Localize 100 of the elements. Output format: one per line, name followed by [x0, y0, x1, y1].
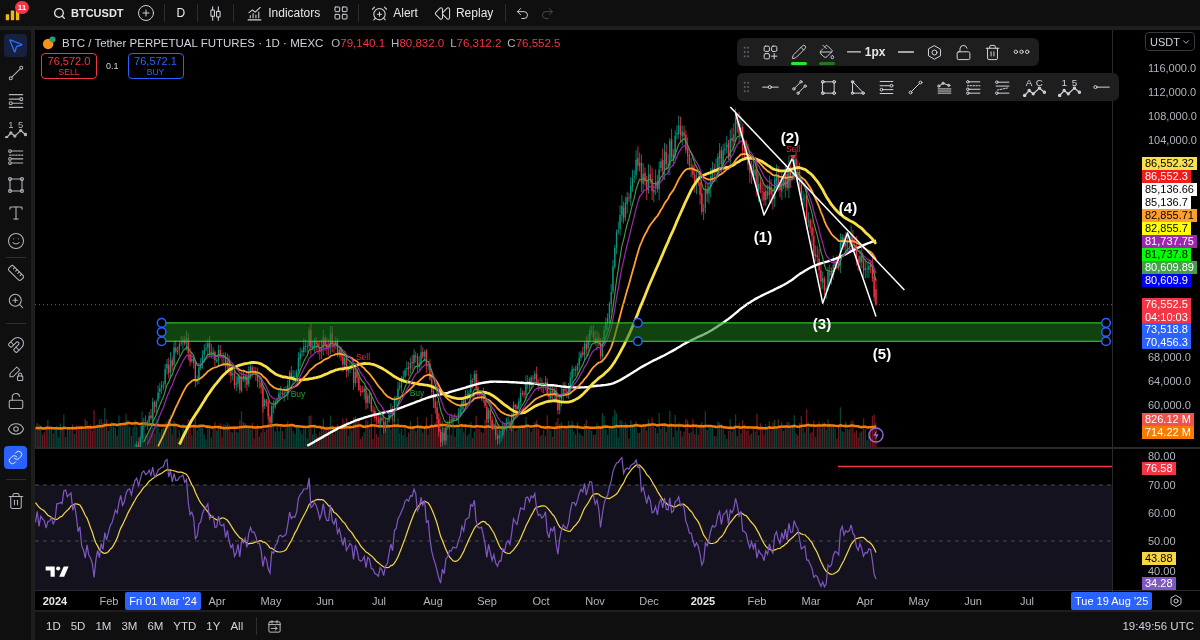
- color-swatch[interactable]: [790, 61, 807, 65]
- settings-icon[interactable]: [925, 43, 943, 61]
- trash-icon[interactable]: [6, 492, 25, 510]
- symbol-search-button[interactable]: BTCUSDT: [50, 2, 127, 24]
- buy-signal-label: Buy: [290, 389, 306, 399]
- price-tag: 80,609.9: [1142, 274, 1191, 287]
- buy-button[interactable]: 76,572.1 BUY: [127, 53, 184, 79]
- link-icon[interactable]: [4, 445, 27, 469]
- range-button[interactable]: 6M: [144, 616, 167, 636]
- price-tag: 85,136.7: [1142, 196, 1191, 209]
- range-button[interactable]: 1M: [92, 616, 115, 636]
- clock-label[interactable]: 19:49:56 UTC: [1122, 620, 1194, 632]
- paint-bucket-icon[interactable]: [818, 43, 835, 60]
- range-button[interactable]: YTD: [170, 616, 200, 636]
- volume-tag: 826.12 M: [1142, 413, 1194, 426]
- price-tag: 82,855.71: [1142, 209, 1197, 222]
- trend-line[interactable]: [729, 106, 906, 291]
- resize-handle[interactable]: [156, 336, 167, 347]
- padlock-icon[interactable]: [6, 392, 25, 410]
- trend-line-icon[interactable]: [6, 64, 25, 82]
- eye-icon[interactable]: [6, 420, 25, 438]
- lightning-icon[interactable]: [869, 428, 883, 442]
- drag-handle-icon[interactable]: [743, 46, 750, 58]
- indicators-button[interactable]: Indicators: [243, 2, 324, 24]
- time-axis-label: Feb: [99, 594, 119, 607]
- range-button[interactable]: 3M: [118, 616, 141, 636]
- interval-button[interactable]: D: [173, 2, 189, 24]
- rsi-tick-label: 60.00: [1147, 507, 1176, 519]
- horizontal-ray-icon[interactable]: [1092, 84, 1110, 90]
- rsi-value-tag: 34.28: [1142, 577, 1176, 590]
- resize-handle[interactable]: [156, 327, 167, 338]
- price-tag: 86,552.3: [1142, 170, 1191, 183]
- resize-handle[interactable]: [632, 336, 643, 347]
- trend-line-icon[interactable]: [906, 78, 924, 96]
- range-price-tag: 73,518.8: [1142, 323, 1191, 336]
- time-axis-label: 2024: [42, 594, 68, 607]
- color-swatch[interactable]: [818, 61, 835, 65]
- line-width-button[interactable]: 1px: [846, 45, 886, 59]
- price-tick-label: 104,000.0: [1147, 133, 1197, 148]
- horizontal-lines-icon[interactable]: [6, 92, 25, 110]
- rsi-value-tag: 76.58: [1142, 462, 1176, 475]
- resize-handle[interactable]: [632, 317, 643, 328]
- wave-label: (4): [838, 198, 858, 216]
- search-icon[interactable]: [53, 6, 66, 20]
- text-icon[interactable]: [6, 204, 25, 222]
- alert-button[interactable]: Alert: [368, 2, 421, 24]
- horizontal-lines-icon[interactable]: [877, 78, 895, 96]
- grid-plus-icon[interactable]: [761, 43, 779, 61]
- resize-handle[interactable]: [1100, 327, 1112, 338]
- wave-line[interactable]: [734, 112, 877, 318]
- price-tick-label: 112,000.0: [1147, 85, 1197, 100]
- currency-dropdown[interactable]: USDT: [1145, 32, 1195, 51]
- range-button[interactable]: All: [227, 616, 247, 636]
- horizontal-line[interactable]: [837, 465, 1112, 468]
- line-icon[interactable]: [897, 51, 914, 53]
- rsi-tick-label: 50.00: [1147, 535, 1176, 547]
- notification-badge[interactable]: 11: [15, 0, 29, 14]
- line-icon: [846, 51, 861, 53]
- sell-button[interactable]: 76,572.0 SELL: [41, 53, 97, 79]
- pencil-lock-icon[interactable]: [6, 364, 25, 382]
- resize-handle[interactable]: [1100, 336, 1112, 347]
- alarm-clock-icon[interactable]: [371, 4, 389, 22]
- range-button[interactable]: 5D: [67, 616, 89, 636]
- replay-button[interactable]: Replay: [430, 2, 497, 24]
- horizontal-line-icon[interactable]: [761, 84, 779, 90]
- magnet-icon[interactable]: [6, 336, 25, 354]
- parallel-lines-icon[interactable]: [790, 78, 808, 96]
- pencil-icon[interactable]: [790, 43, 807, 60]
- time-axis-label: May: [260, 594, 282, 607]
- chart-line-icon[interactable]: [246, 4, 264, 22]
- ruler-icon[interactable]: [6, 264, 25, 282]
- channel-lines-icon[interactable]: [964, 78, 982, 96]
- triangle-icon[interactable]: [848, 78, 866, 96]
- dashed-lines-icon[interactable]: [993, 78, 1011, 96]
- rewind-icon[interactable]: [433, 4, 451, 22]
- settings-icon[interactable]: [1169, 593, 1183, 608]
- range-button[interactable]: 1D: [43, 616, 64, 636]
- cursor-icon[interactable]: [4, 33, 27, 57]
- channel-lines-icon[interactable]: [6, 148, 25, 166]
- zoom-in-icon[interactable]: [6, 292, 25, 310]
- time-axis-label: Mar: [801, 594, 821, 607]
- smiley-icon[interactable]: [6, 232, 25, 250]
- logo-icon[interactable]: [45, 566, 69, 577]
- range-button[interactable]: 1Y: [203, 616, 224, 636]
- undo-icon[interactable]: [515, 5, 531, 21]
- grid-icon[interactable]: [333, 5, 350, 21]
- resize-handle[interactable]: [156, 317, 167, 328]
- price-tick-label: 116,000.0: [1147, 61, 1197, 76]
- price-tick-label: 60,000.0: [1147, 398, 1191, 413]
- more-icon[interactable]: [1012, 49, 1030, 55]
- drag-handle-icon[interactable]: [743, 81, 750, 93]
- rectangle-icon[interactable]: [6, 176, 25, 194]
- calendar-icon[interactable]: [267, 618, 283, 634]
- price-tag: 81,737.75: [1142, 235, 1197, 248]
- rectangle-icon[interactable]: [819, 78, 837, 96]
- rsi-value-tag: 43.88: [1142, 552, 1176, 565]
- plus-circle-icon[interactable]: [136, 4, 155, 22]
- padlock-icon[interactable]: [954, 43, 972, 61]
- resize-handle[interactable]: [1100, 317, 1112, 328]
- trash-icon[interactable]: [983, 43, 1001, 61]
